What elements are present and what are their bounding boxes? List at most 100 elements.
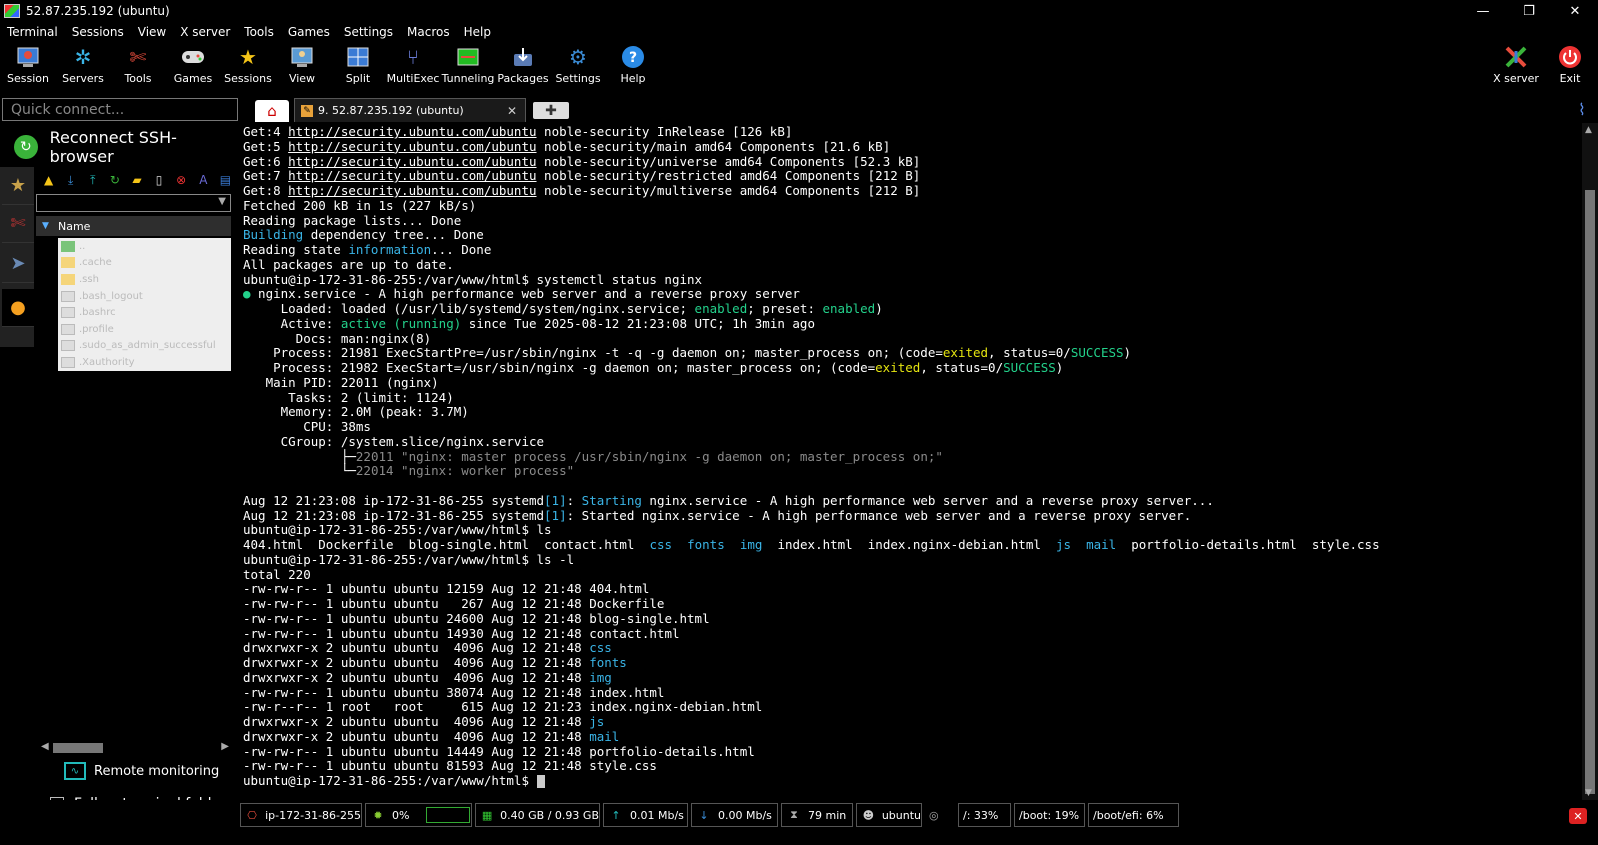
ls-long-row: drwxrwxr-x 2 ubuntu ubuntu 4096 Aug 12 2… [243,669,612,685]
quick-connect-input[interactable]: Quick connect... [2,98,238,121]
servers-button[interactable]: ✲ Servers [55,44,111,90]
sessions-button[interactable]: ★ Sessions [220,44,276,90]
file-list-hscrollbar[interactable]: ◀ ▶ [41,741,229,755]
file-name: index.html [777,537,853,552]
menu-macros[interactable]: Macros [400,25,457,39]
scroll-down-icon[interactable]: ▼ [1585,788,1592,798]
scroll-thumb[interactable] [1585,190,1595,794]
sidebar-tab-sftp[interactable]: ● [2,289,34,327]
up-folder-icon [61,240,75,252]
sidebar-tab-macros[interactable]: ➤ [2,245,34,283]
sidebar-tab-sessions[interactable]: ★ [2,167,34,205]
games-button[interactable]: Games [165,44,221,90]
ls-long-row: -rw-rw-r-- 1 ubuntu ubuntu 81593 Aug 12 … [243,758,657,774]
delete-icon[interactable]: ⊗ [172,171,191,189]
tools-button[interactable]: ✄ Tools [110,44,166,90]
ls-long-row: drwxrwxr-x 2 ubuntu ubuntu 4096 Aug 12 2… [243,640,612,656]
close-button[interactable]: ✕ [1552,0,1598,22]
file-icon [61,340,75,352]
packages-button[interactable]: Packages [495,44,551,90]
upload-icon[interactable]: ⤒ [83,171,102,189]
close-status-icon[interactable]: ✕ [1569,808,1587,824]
refresh-icon[interactable]: ↻ [105,171,124,189]
tunneling-button[interactable]: Tunneling [440,44,496,90]
close-tab-icon[interactable]: ✕ [507,104,517,118]
file-name: index.html [589,684,665,700]
parent-folder-icon[interactable]: ▲ [39,171,58,189]
list-item[interactable]: .cache [58,255,231,272]
status-user: ☻ ubuntu [856,803,922,827]
directory-name: js [1055,537,1071,552]
exit-button[interactable]: Exit [1542,44,1598,90]
list-item[interactable]: .Xauthority [58,354,231,371]
ls-long-row: -rw-rw-r-- 1 ubuntu ubuntu 14449 Aug 12 … [243,743,755,759]
multiexec-button[interactable]: ⑂ MultiExec [385,44,441,90]
terminal-line: ● nginx.service - A high performance web… [243,286,800,302]
remote-monitoring-button[interactable]: ∿ Remote monitoring [64,762,219,780]
terminal-link[interactable]: http://security.ubuntu.com/ubuntu [288,139,536,154]
menu-x-server[interactable]: X server [173,25,237,39]
file-name: index.nginx-debian.html [867,537,1041,552]
terminal-line: Reading state information... Done [243,242,492,257]
settings-button[interactable]: ⚙ Settings [550,44,606,90]
xserver-button[interactable]: X server [1488,44,1544,90]
list-item[interactable]: .. [58,238,231,255]
properties-icon[interactable]: ▤ [216,171,235,189]
host-icon: ⎔ [247,808,257,822]
sftp-path-combobox[interactable]: ▼ [36,194,231,212]
minimize-button[interactable]: — [1460,0,1506,22]
list-item[interactable]: .ssh [58,271,231,288]
ls-long-row: -rw-r--r-- 1 root root 615 Aug 12 21:23 … [243,699,763,715]
file-name [1297,537,1312,552]
menu-settings[interactable]: Settings [337,25,400,39]
terminal-output[interactable]: Get:4 http://security.ubuntu.com/ubuntu … [240,123,1582,800]
new-file-icon[interactable]: ▯ [150,171,169,189]
file-name: portfolio-details.html [589,743,755,759]
view-button[interactable]: View [274,44,330,90]
new-tab-button[interactable]: ✚ [533,102,569,119]
menu-games[interactable]: Games [281,25,337,39]
scroll-right-icon[interactable]: ▶ [221,741,229,752]
terminal-link[interactable]: http://security.ubuntu.com/ubuntu [288,183,536,198]
terminal-scrollbar[interactable]: ▲ ▼ [1582,123,1598,800]
list-item[interactable]: .bash_logout [58,288,231,305]
menu-sessions[interactable]: Sessions [65,25,131,39]
new-folder-icon[interactable]: ▰ [127,171,146,189]
download-icon[interactable]: ⤓ [61,171,80,189]
menu-help[interactable]: Help [457,25,498,39]
terminal-line: CGroup: /system.slice/nginx.service [243,433,545,449]
home-tab[interactable]: ⌂ [255,100,289,122]
list-item[interactable]: .bashrc [58,304,231,321]
scroll-up-icon[interactable]: ▲ [1585,125,1592,135]
menu-view[interactable]: View [131,25,173,39]
status-uptime: ⧗ 79 min [781,803,853,827]
menu-tools[interactable]: Tools [237,25,281,39]
session-icon [15,44,41,70]
bottom-strip [0,830,1598,845]
file-name: portfolio-details.html [1131,537,1297,552]
terminal-link[interactable]: http://security.ubuntu.com/ubuntu [288,154,536,169]
session-button[interactable]: Session [0,44,56,90]
list-item[interactable]: .profile [58,321,231,338]
paperclip-icon[interactable]: ⌇ [1578,100,1586,119]
reconnect-ssh-browser-button[interactable]: ↻ Reconnect SSH-browser [14,128,238,166]
name-column-header[interactable]: ▼ Name [36,216,231,236]
terminal-link[interactable]: http://security.ubuntu.com/ubuntu [288,168,536,183]
maximize-button[interactable]: ❐ [1506,0,1552,22]
split-button[interactable]: Split [330,44,386,90]
sidebar-tab-tools[interactable]: ✄ [2,205,34,243]
terminal-line: Main PID: 22011 (nginx) [243,374,439,390]
terminal-link[interactable]: http://security.ubuntu.com/ubuntu [288,124,536,139]
directory-name: fonts [687,537,725,552]
menu-terminal[interactable]: Terminal [0,25,65,39]
scroll-left-icon[interactable]: ◀ [41,741,49,752]
session-tab[interactable]: ✎ 9. 52.87.235.192 (ubuntu) ✕ [294,98,526,122]
terminal-line: Get:4 http://security.ubuntu.com/ubuntu … [243,124,793,139]
rename-icon[interactable]: A [194,171,213,189]
file-name: 404.html [243,537,304,552]
scroll-thumb[interactable] [53,743,103,753]
help-button[interactable]: ? Help [605,44,661,90]
list-item[interactable]: .sudo_as_admin_successful [58,338,231,355]
file-name [672,537,687,552]
terminal-line: Docs: man:nginx(8) [243,330,432,346]
